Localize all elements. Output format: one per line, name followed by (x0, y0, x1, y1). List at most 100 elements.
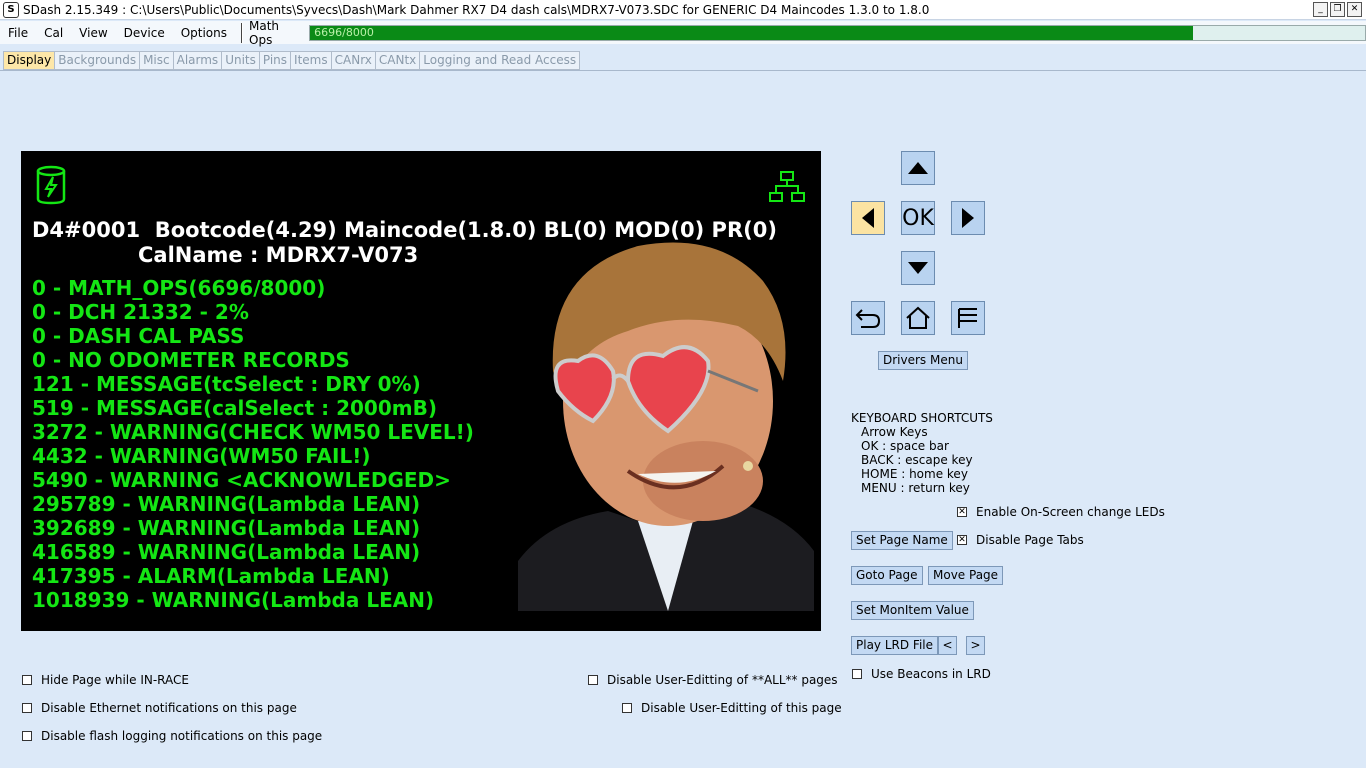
lrd-next-button[interactable]: > (966, 636, 985, 655)
menu-bar: File Cal View Device Options Math Ops 66… (0, 18, 1366, 47)
shortcut-line: MENU : return key (861, 481, 970, 495)
dash-header-line1: D4#0001 Bootcode(4.29) Maincode(1.8.0) B… (32, 218, 777, 242)
shortcut-line: HOME : home key (861, 467, 968, 481)
menu-view[interactable]: View (71, 26, 115, 40)
shortcuts-heading: KEYBOARD SHORTCUTS (851, 411, 993, 425)
dash-message-list: 0 - MATH_OPS(6696/8000) 0 - DCH 21332 - … (32, 276, 474, 612)
math-ops-progress-text: 6696/8000 (314, 25, 374, 39)
tab-cantx[interactable]: CANtx (375, 51, 421, 70)
hide-page-checkbox[interactable]: Hide Page while IN-RACE (22, 673, 189, 687)
nav-menu-button[interactable] (951, 301, 985, 335)
dash-message: 1018939 - WARNING(Lambda LEAN) (32, 588, 435, 612)
checkbox-unchecked[interactable] (588, 675, 598, 685)
restore-button[interactable]: ❐ (1330, 2, 1345, 17)
tab-misc[interactable]: Misc (140, 51, 174, 70)
arrow-down-icon (908, 262, 928, 274)
tab-backgrounds[interactable]: Backgrounds (55, 51, 141, 70)
checkbox-unchecked[interactable] (852, 669, 862, 679)
set-monitem-button[interactable]: Set MonItem Value (851, 601, 974, 620)
shortcut-line: BACK : escape key (861, 453, 973, 467)
disable-flash-label: Disable flash logging notifications on t… (41, 729, 323, 743)
enable-leds-label: Enable On-Screen change LEDs (976, 505, 1165, 519)
disable-all-editing-label: Disable User-Editting of **ALL** pages (607, 673, 838, 687)
checkbox-unchecked[interactable] (22, 703, 32, 713)
tab-alarms[interactable]: Alarms (173, 51, 223, 70)
menu-device[interactable]: Device (116, 26, 173, 40)
tab-strip: Display Backgrounds Misc Alarms Units Pi… (3, 51, 581, 70)
nav-home-button[interactable] (901, 301, 935, 335)
checkbox-checked[interactable]: ✕ (957, 507, 967, 517)
tab-canrx[interactable]: CANrx (331, 51, 376, 70)
title-bar: S SDash 2.15.349 : C:\Users\Public\Docum… (0, 0, 1366, 20)
play-lrd-button[interactable]: Play LRD File (851, 636, 938, 655)
arrow-up-icon (908, 162, 928, 174)
hide-page-label: Hide Page while IN-RACE (41, 673, 189, 687)
dash-message: 3272 - WARNING(CHECK WM50 LEVEL!) (32, 420, 474, 444)
disable-all-editing-checkbox[interactable]: Disable User-Editting of **ALL** pages (588, 673, 838, 687)
menu-cal[interactable]: Cal (36, 26, 71, 40)
disable-page-editing-checkbox[interactable]: Disable User-Editting of this page (622, 701, 842, 715)
checkbox-checked[interactable]: ✕ (957, 535, 967, 545)
home-icon (906, 306, 930, 329)
lrd-prev-button[interactable]: < (938, 636, 957, 655)
tab-units[interactable]: Units (222, 51, 260, 70)
nav-left-button[interactable] (851, 201, 885, 235)
use-beacons-label: Use Beacons in LRD (871, 667, 991, 681)
dash-message: 4432 - WARNING(WM50 FAIL!) (32, 444, 371, 468)
disable-ethernet-label: Disable Ethernet notifications on this p… (41, 701, 297, 715)
dash-message: 295789 - WARNING(Lambda LEAN) (32, 492, 421, 516)
nav-ok-button[interactable]: OK (901, 201, 935, 235)
nav-right-button[interactable] (951, 201, 985, 235)
move-page-button[interactable]: Move Page (928, 566, 1004, 585)
dash-message: 0 - DASH CAL PASS (32, 324, 245, 348)
dash-message: 0 - NO ODOMETER RECORDS (32, 348, 350, 372)
drivers-menu-button[interactable]: Drivers Menu (878, 351, 968, 370)
dash-message: 5490 - WARNING <ACKNOWLEDGED> (32, 468, 451, 492)
dash-display[interactable]: D4#0001 Bootcode(4.29) Maincode(1.8.0) B… (21, 151, 821, 631)
disable-flash-checkbox[interactable]: Disable flash logging notifications on t… (22, 729, 322, 743)
tab-items[interactable]: Items (291, 51, 332, 70)
math-ops-label: Math Ops (249, 18, 280, 47)
menu-separator (241, 22, 244, 43)
math-ops-progress: 6696/8000 (309, 24, 1366, 41)
disable-page-tabs-checkbox[interactable]: ✕ Disable Page Tabs (957, 533, 1084, 547)
disable-ethernet-checkbox[interactable]: Disable Ethernet notifications on this p… (22, 701, 297, 715)
tab-pins[interactable]: Pins (259, 51, 292, 70)
checkbox-unchecked[interactable] (22, 731, 32, 741)
tab-logging[interactable]: Logging and Read Access (420, 51, 581, 70)
close-button[interactable]: ✕ (1347, 2, 1362, 17)
dash-message: 417395 - ALARM(Lambda LEAN) (32, 564, 390, 588)
menu-icon (958, 308, 977, 328)
math-ops-progress-fill (310, 25, 1194, 40)
ok-label: OK (902, 205, 934, 231)
use-beacons-checkbox[interactable]: Use Beacons in LRD (852, 667, 991, 681)
arrow-left-icon (862, 208, 874, 228)
checkbox-unchecked[interactable] (22, 675, 32, 685)
enable-leds-checkbox[interactable]: ✕ Enable On-Screen change LEDs (957, 505, 1165, 519)
goto-page-button[interactable]: Goto Page (851, 566, 923, 585)
nav-down-button[interactable] (901, 251, 935, 285)
set-page-name-label: Set Page Name (856, 533, 948, 547)
dash-message: 392689 - WARNING(Lambda LEAN) (32, 516, 421, 540)
driver-photo (518, 231, 814, 611)
menu-file[interactable]: File (0, 26, 36, 40)
nav-back-button[interactable] (851, 301, 885, 335)
arrow-right-icon (962, 208, 974, 228)
keyboard-shortcuts: KEYBOARD SHORTCUTS Arrow Keys OK : space… (851, 411, 993, 495)
back-icon (855, 309, 881, 328)
tab-display[interactable]: Display (3, 51, 56, 70)
dash-header-line2: CalName : MDRX7-V073 (138, 243, 419, 267)
app-icon: S (3, 1, 19, 18)
tab-divider (0, 70, 1366, 71)
shortcut-line: OK : space bar (861, 439, 949, 453)
checkbox-unchecked[interactable] (622, 703, 632, 713)
network-icon (769, 171, 805, 206)
menu-options[interactable]: Options (173, 26, 235, 40)
dash-message: 0 - DCH 21332 - 2% (32, 300, 249, 324)
disable-page-tabs-label: Disable Page Tabs (976, 533, 1084, 547)
minimize-button[interactable]: _ (1313, 2, 1328, 17)
window-controls: _ ❐ ✕ (1313, 2, 1362, 17)
nav-up-button[interactable] (901, 151, 935, 185)
set-page-name-button[interactable]: Set Page Name (851, 531, 953, 550)
battery-charging-icon (35, 165, 67, 208)
